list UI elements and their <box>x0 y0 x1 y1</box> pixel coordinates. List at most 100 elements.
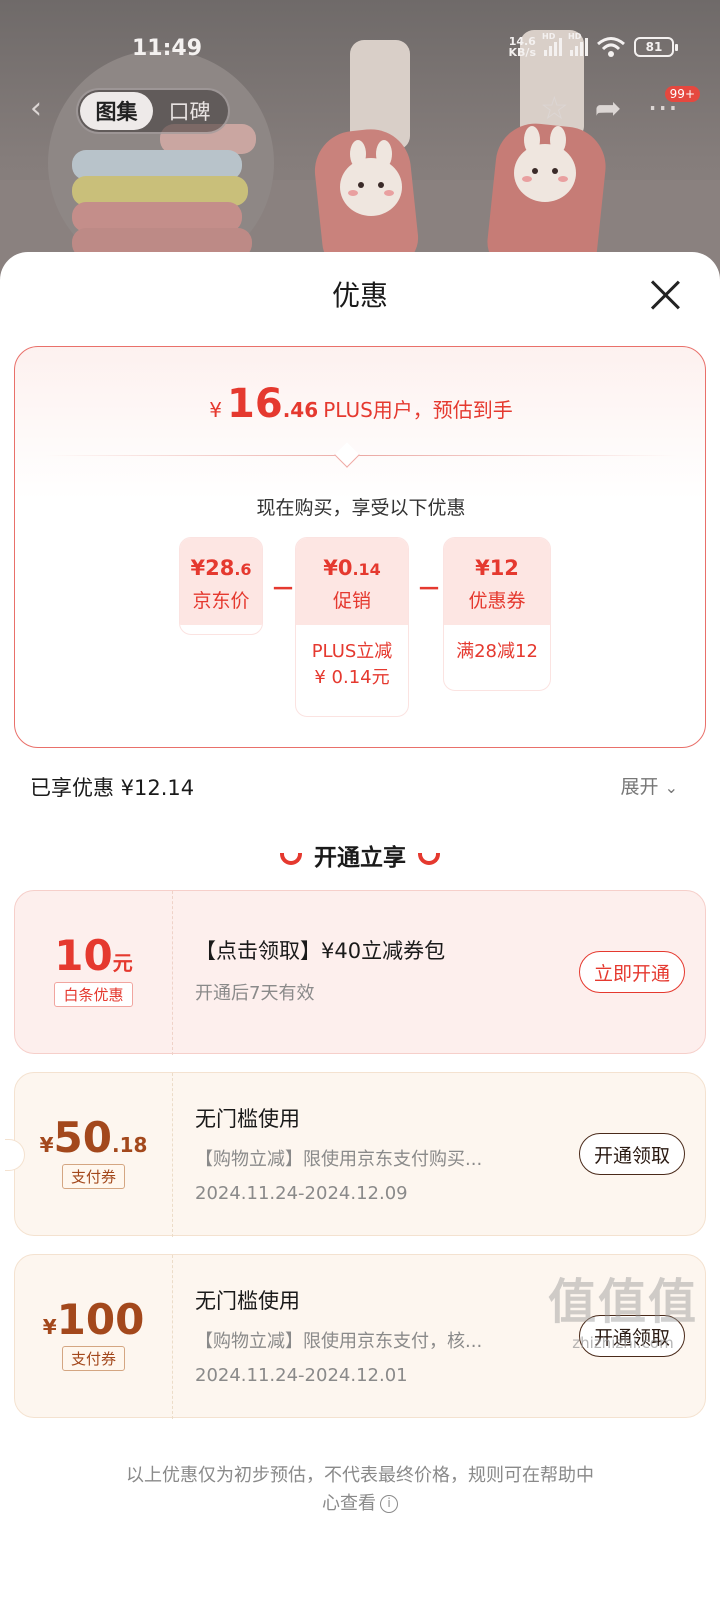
message-badge: 99+ <box>664 86 700 102</box>
chip-head: ¥0.14 促销 <box>296 538 408 625</box>
network-speed: 14.6 KB/s <box>509 36 536 58</box>
hd-label: HD <box>542 32 556 41</box>
info-icon[interactable]: i <box>380 1495 398 1513</box>
smile-decoration-icon <box>280 852 302 865</box>
disclaimer-help-link[interactable]: 心查看 i <box>80 1490 640 1518</box>
coupon-desc: 【购物立减】限使用京东支付购买... <box>195 1149 483 1170</box>
coupon-amount-value: 10 <box>54 931 113 980</box>
watermark-url: zhizhizhi.com <box>572 1334 674 1352</box>
watermark-logo: 值值值 <box>547 1274 698 1330</box>
jd-price-chip: ¥28.6 京东价 <box>179 537 263 635</box>
estimate-note: PLUS用户，预估到手 <box>323 398 513 422</box>
minus-operator: － <box>417 575 441 603</box>
coupon-validity: 2024.11.24-2024.12.01 <box>195 1365 408 1386</box>
signal-icon: HD <box>542 32 562 56</box>
expand-label: 展开 <box>620 776 659 798</box>
favorite-star-icon[interactable]: ☆ <box>540 90 569 126</box>
chip-value: ¥12 <box>444 538 550 580</box>
promotion-chip: ¥0.14 促销 PLUS立减 ¥ 0.14元 <box>295 537 409 717</box>
coupon-tag: 支付券 <box>61 1346 125 1371</box>
disclaimer: 以上优惠仅为初步预估，不代表最终价格，规则可在帮助中 心查看 i <box>80 1462 640 1518</box>
wifi-icon <box>597 37 625 57</box>
chip-head: ¥12 优惠券 <box>444 538 550 625</box>
sheet-title: 优惠 <box>331 279 388 312</box>
chip-head: ¥28.6 京东价 <box>180 538 262 625</box>
chip-value: ¥0.14 <box>296 538 408 580</box>
coupon-chip: ¥12 优惠券 满28减12 <box>443 537 551 691</box>
coupon-currency: ¥ <box>39 1133 54 1157</box>
activate-now-button[interactable]: 立即开通 <box>578 951 685 993</box>
chip-detail-line: 满28减12 <box>456 641 538 662</box>
open-to-enjoy-title: 开通立享 <box>0 838 720 872</box>
expand-button[interactable]: 展开 ⌄ <box>621 772 678 799</box>
buy-now-note: 现在购买，享受以下优惠 <box>256 497 466 519</box>
coupon-validity: 2024.11.24-2024.12.09 <box>195 1183 408 1204</box>
chip-value-main: ¥12 <box>475 556 519 580</box>
chip-label: 促销 <box>332 590 371 612</box>
price-decimal: .46 <box>282 398 319 422</box>
coupon-amount: ¥50.18 <box>15 1113 172 1162</box>
chip-detail: 满28减12 <box>444 625 550 679</box>
disclaimer-line: 心查看 <box>322 1493 376 1514</box>
chip-detail-line: PLUS立减 <box>311 641 393 662</box>
tab-gallery[interactable]: 图集 <box>80 92 153 130</box>
coupon-amount-value: 50 <box>53 1113 112 1162</box>
minus-operator: － <box>271 575 295 603</box>
chip-label: 优惠券 <box>468 590 526 612</box>
network-speed-unit: KB/s <box>508 46 536 59</box>
coupon-tag: 白条优惠 <box>54 982 133 1007</box>
coupon-amount-value: 100 <box>56 1295 145 1344</box>
chevron-down-icon: ⌄ <box>664 778 678 797</box>
share-icon[interactable]: ➦ <box>595 90 622 126</box>
battery-icon: 81 <box>634 37 678 57</box>
status-bar: 11:49 14.6 KB/s HD HD 81 <box>0 0 720 90</box>
coupon-title: 【点击领取】¥40立减券包 <box>195 939 446 963</box>
coupon-amount: ¥100 <box>15 1295 172 1344</box>
coupon-amount-decimal: .18 <box>111 1133 148 1157</box>
activate-claim-button[interactable]: 开通领取 <box>578 1133 685 1175</box>
watermark: 值值值 zhizhizhi.com <box>548 1262 698 1352</box>
coupon-amount-panel: 10元 白条优惠 <box>15 891 173 1055</box>
divider-caret <box>334 442 360 468</box>
chip-value-decimal: .6 <box>234 560 252 579</box>
close-icon[interactable] <box>648 278 682 312</box>
coupon-amount-panel: ¥100 支付券 <box>15 1255 173 1419</box>
coupon-title: 无门槛使用 <box>195 1107 300 1131</box>
coupon-amount-unit: 元 <box>112 951 133 975</box>
currency-symbol: ¥ <box>209 398 222 422</box>
coupon-amount-panel: ¥50.18 支付券 <box>15 1073 173 1237</box>
smile-decoration-icon <box>418 852 440 865</box>
status-time: 11:49 <box>132 36 203 61</box>
price-integer: 16 <box>227 381 283 427</box>
coupon-card-payment-50[interactable]: ¥50.18 支付券 无门槛使用 【购物立减】限使用京东支付购买... 2024… <box>5 1072 706 1237</box>
coupon-desc: 【购物立减】限使用京东支付，核... <box>195 1331 483 1352</box>
media-tab-switch: 图集 口碑 <box>76 88 230 134</box>
coupon-currency: ¥ <box>42 1315 57 1339</box>
hd-label: HD <box>568 32 582 41</box>
signal-icon: HD <box>568 32 588 56</box>
coupon-amount: 10元 <box>15 931 172 980</box>
discount-sheet: 优惠 ¥ 16.46 PLUS用户，预估到手 现在购买，享受以下优惠 ¥28.6… <box>0 252 720 1600</box>
estimated-price: ¥ 16.46 PLUS用户，预估到手 <box>15 381 707 427</box>
coupon-tag: 支付券 <box>61 1164 125 1189</box>
coupon-card-baitiao[interactable]: 10元 白条优惠 【点击领取】¥40立减券包 开通后7天有效 立即开通 <box>14 890 706 1055</box>
back-icon[interactable]: ‹ <box>30 94 54 128</box>
price-estimate-card: ¥ 16.46 PLUS用户，预估到手 现在购买，享受以下优惠 ¥28.6 京东… <box>14 346 706 748</box>
divider <box>45 455 677 456</box>
bunny-face-left <box>340 140 402 216</box>
disclaimer-line: 以上优惠仅为初步预估，不代表最终价格，规则可在帮助中 <box>126 1465 594 1486</box>
chip-value-main: ¥0 <box>323 556 353 580</box>
chip-label: 京东价 <box>192 590 250 612</box>
chip-value: ¥28.6 <box>180 538 262 580</box>
nav-actions: ☆ ➦ ··· <box>540 90 678 126</box>
status-indicators: 14.6 KB/s HD HD 81 <box>509 32 678 58</box>
chip-value-decimal: .14 <box>352 560 381 579</box>
tab-reviews[interactable]: 口碑 <box>153 92 226 130</box>
chip-detail-line: ¥ 0.14元 <box>314 667 390 688</box>
chip-value-main: ¥28 <box>190 556 235 580</box>
enjoyed-discount: 已享优惠 ¥12.14 <box>30 776 195 800</box>
chip-detail: PLUS立减 ¥ 0.14元 <box>296 625 408 705</box>
open-title-text: 开通立享 <box>314 845 406 871</box>
coupon-desc: 开通后7天有效 <box>195 983 315 1004</box>
coupon-title: 无门槛使用 <box>195 1289 300 1313</box>
